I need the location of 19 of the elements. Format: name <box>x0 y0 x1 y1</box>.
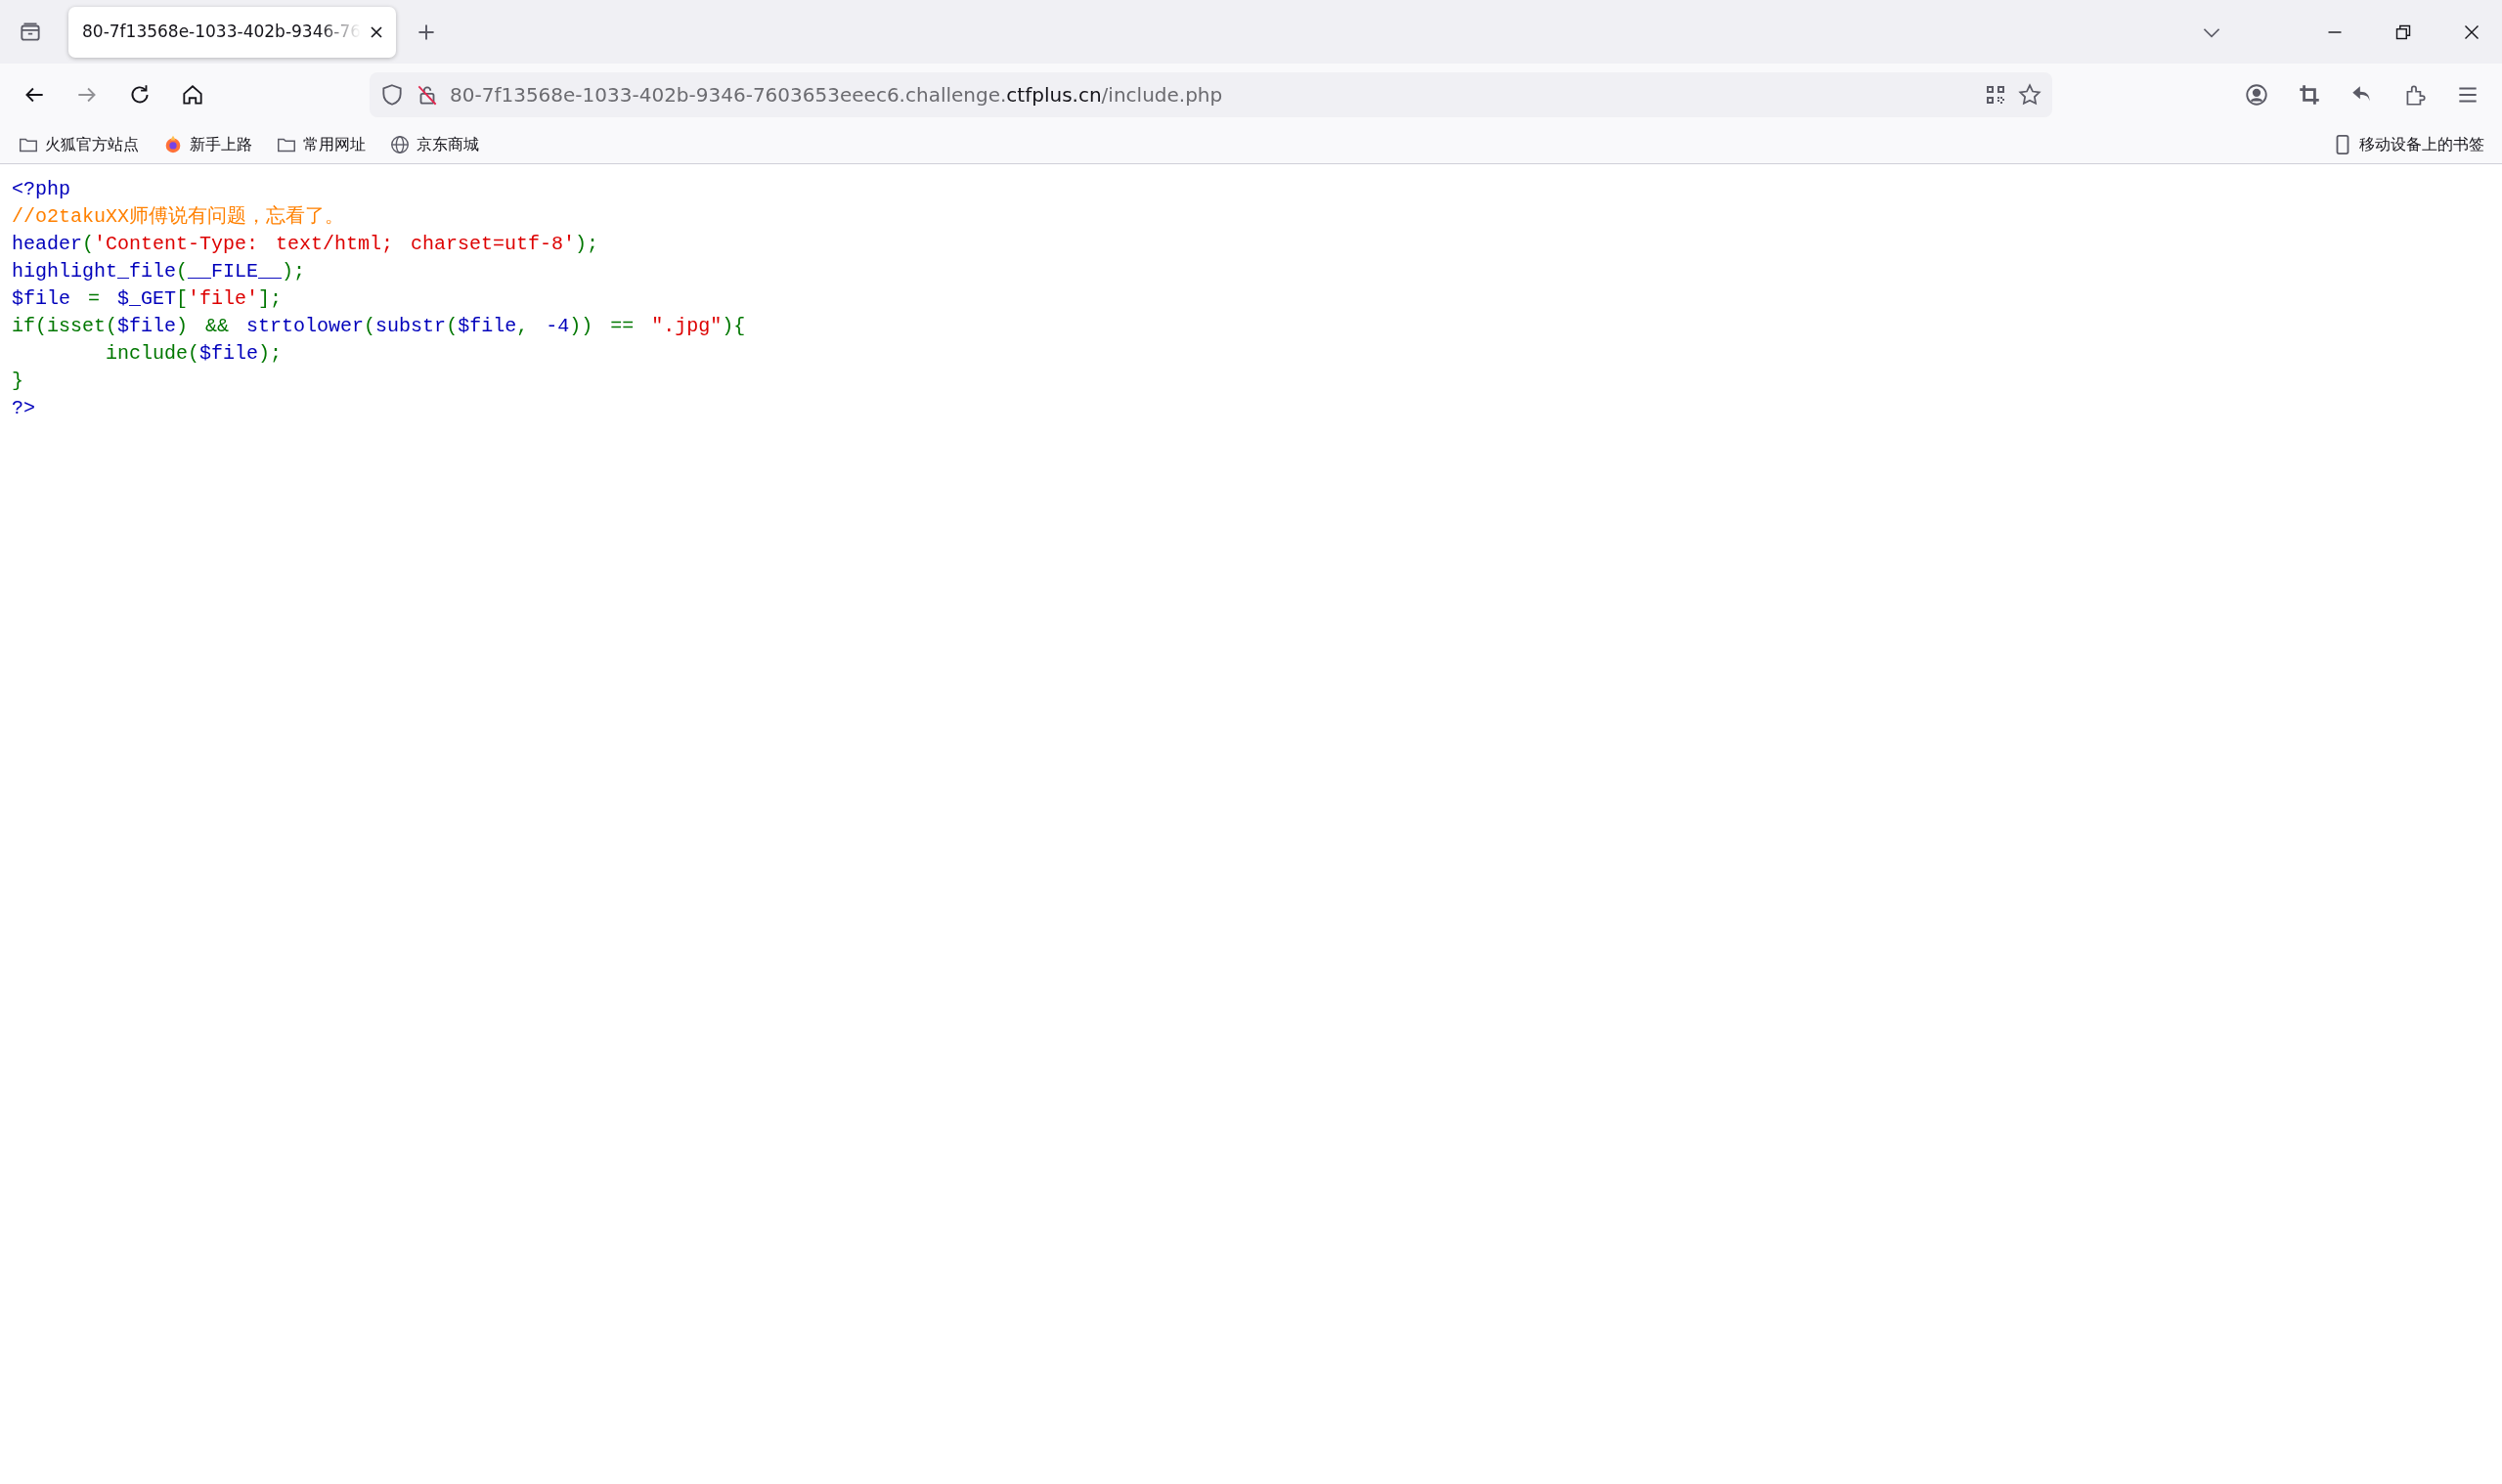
star-icon[interactable] <box>2017 81 2042 108</box>
globe-icon <box>389 133 411 155</box>
code-line: ?> <box>12 396 36 421</box>
bookmark-item[interactable]: 京东商城 <box>385 130 483 158</box>
code-line: } <box>12 369 24 394</box>
code-line: highlight_file(__FILE__); <box>12 259 307 284</box>
code-line: <?php <box>12 177 71 202</box>
bookmark-item[interactable]: 火狐官方站点 <box>14 130 143 158</box>
shield-icon <box>379 81 405 108</box>
code-line: header('Content-Type: text/html; charset=utf-8'); <box>12 232 600 257</box>
bookmark-item[interactable]: 常用网址 <box>272 130 370 158</box>
code-line: if(isset($file) && strtolower(substr($file, -4)) == ".jpg"){ <box>12 314 747 339</box>
bookmark-item[interactable]: 新手上路 <box>158 130 256 158</box>
mobile-bookmarks-button[interactable]: 移动设备上的书签 <box>2328 130 2488 158</box>
code-line: include($file); <box>105 341 284 367</box>
url-text: 80-7f13568e-1033-402b-9346-7603653eeec6.challenge.ctfplus.cn/include.php <box>450 81 1224 109</box>
code-line: //o2takuXX师傅说有问题，忘看了。 <box>12 204 346 230</box>
address-bar[interactable]: 80-7f13568e-1033-402b-9346-7603653eeec6.challenge.ctfplus.cn/include.php <box>370 71 2052 117</box>
code-line: $file = $_GET['file']; <box>12 286 284 312</box>
